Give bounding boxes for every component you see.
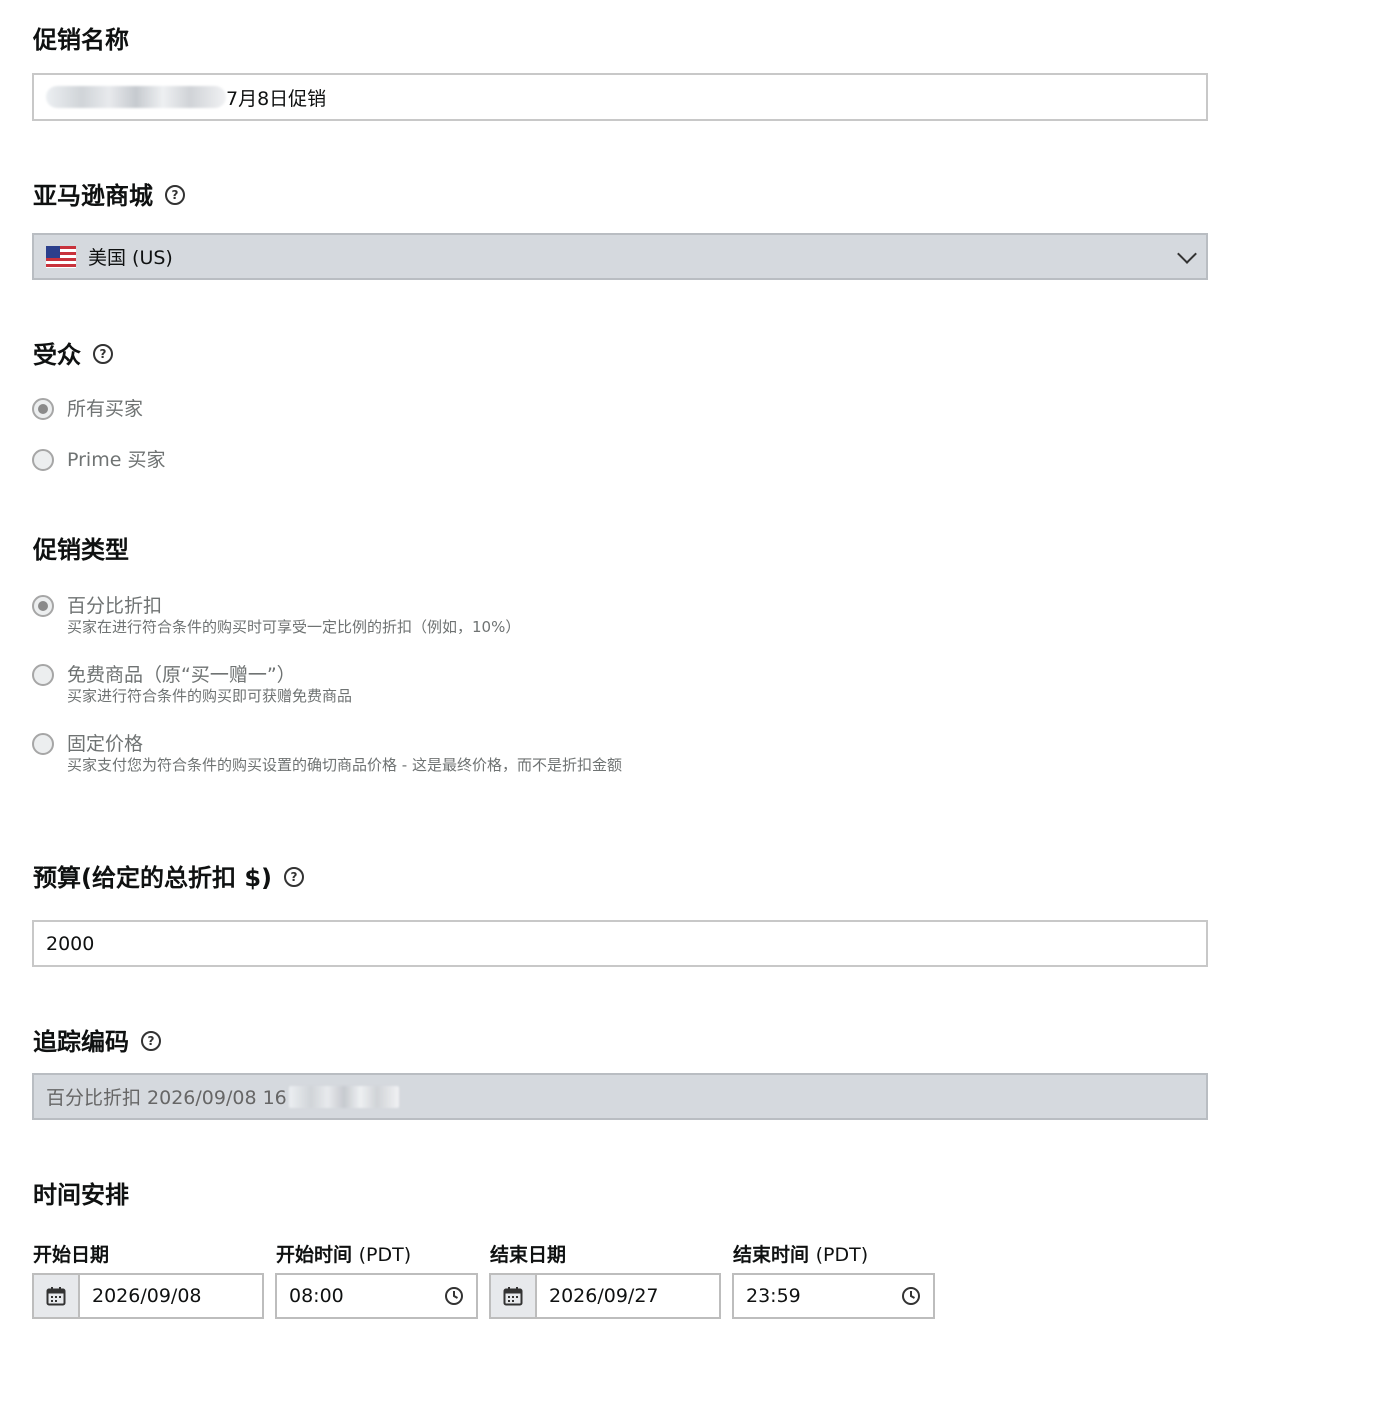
promo-name-value: 7月8日促销 bbox=[226, 87, 327, 110]
tracking-code-field: 百分比折扣 2026/09/08 16 bbox=[32, 1073, 1208, 1120]
start-time-label-text: 开始时间 bbox=[276, 1244, 353, 1266]
schedule-heading: 时间安排 bbox=[33, 1181, 129, 1209]
tracking-heading: 追踪编码? bbox=[33, 1027, 161, 1057]
end-date-value[interactable]: 2026/09/27 bbox=[537, 1275, 719, 1317]
end-time-unit: (PDT) bbox=[815, 1244, 869, 1266]
radio-description: 买家支付您为符合条件的购买设置的确切商品价格 - 这是最终价格，而不是折扣金额 bbox=[67, 756, 622, 774]
promo-type-option-free-item[interactable]: 免费商品（原“买一赠一”） 买家进行符合条件的购买即可获赠免费商品 bbox=[32, 664, 352, 706]
marketplace-label: 亚马逊商城 bbox=[33, 182, 153, 210]
budget-input[interactable]: 2000 bbox=[32, 920, 1208, 967]
budget-value: 2000 bbox=[46, 932, 95, 955]
audience-heading: 受众? bbox=[33, 340, 113, 370]
radio-button[interactable] bbox=[32, 664, 54, 686]
end-date-label: 结束日期 bbox=[490, 1244, 567, 1266]
calendar-icon[interactable] bbox=[491, 1275, 537, 1317]
tracking-code-value: 百分比折扣 2026/09/08 16 bbox=[46, 1087, 287, 1109]
tracking-label: 追踪编码 bbox=[33, 1028, 129, 1056]
budget-label: 预算(给定的总折扣 $) bbox=[33, 864, 272, 892]
radio-button[interactable] bbox=[32, 398, 54, 420]
start-time-unit: (PDT) bbox=[358, 1244, 412, 1266]
redacted-text bbox=[46, 86, 226, 108]
end-time-label: 结束时间 (PDT) bbox=[733, 1240, 868, 1267]
redacted-text bbox=[288, 1085, 399, 1108]
end-time-input[interactable]: 23:59 bbox=[732, 1273, 935, 1319]
radio-label: 固定价格 bbox=[67, 733, 144, 755]
clock-icon[interactable] bbox=[901, 1286, 921, 1306]
promo-name-heading: 促销名称 bbox=[33, 26, 129, 54]
radio-label: 免费商品（原“买一赠一”） bbox=[67, 664, 296, 686]
budget-heading: 预算(给定的总折扣 $)? bbox=[33, 863, 304, 893]
calendar-icon[interactable] bbox=[34, 1275, 80, 1317]
radio-description: 买家在进行符合条件的购买时可享受一定比例的折扣（例如，10%） bbox=[67, 618, 521, 636]
radio-label: Prime 买家 bbox=[67, 449, 166, 471]
audience-option-all[interactable]: 所有买家 bbox=[32, 398, 143, 420]
end-date-picker[interactable]: 2026/09/27 bbox=[489, 1273, 721, 1319]
radio-label: 百分比折扣 bbox=[67, 595, 163, 617]
help-circle-icon[interactable]: ? bbox=[165, 185, 185, 205]
marketplace-select[interactable]: 美国 (US) bbox=[32, 233, 1208, 280]
radio-button[interactable] bbox=[32, 449, 54, 471]
promo-type-heading: 促销类型 bbox=[33, 536, 129, 564]
marketplace-heading: 亚马逊商城? bbox=[33, 181, 185, 211]
promo-type-option-percent[interactable]: 百分比折扣 买家在进行符合条件的购买时可享受一定比例的折扣（例如，10%） bbox=[32, 595, 520, 637]
start-date-value[interactable]: 2026/09/08 bbox=[80, 1275, 262, 1317]
help-circle-icon[interactable]: ? bbox=[284, 867, 304, 887]
end-time-value: 23:59 bbox=[746, 1285, 801, 1307]
marketplace-selected: 美国 (US) bbox=[88, 247, 173, 269]
start-time-label: 开始时间 (PDT) bbox=[276, 1240, 411, 1267]
us-flag-icon bbox=[46, 245, 76, 268]
start-time-input[interactable]: 08:00 bbox=[275, 1273, 478, 1319]
help-circle-icon[interactable]: ? bbox=[141, 1031, 161, 1051]
start-date-label: 开始日期 bbox=[33, 1244, 110, 1266]
end-time-label-text: 结束时间 bbox=[733, 1244, 810, 1266]
radio-button[interactable] bbox=[32, 733, 54, 755]
radio-label: 所有买家 bbox=[67, 398, 144, 420]
clock-icon[interactable] bbox=[444, 1286, 464, 1306]
promo-type-option-fixed-price[interactable]: 固定价格 买家支付您为符合条件的购买设置的确切商品价格 - 这是最终价格，而不是… bbox=[32, 733, 622, 775]
audience-label: 受众 bbox=[33, 341, 81, 369]
start-time-value: 08:00 bbox=[289, 1285, 344, 1307]
help-circle-icon[interactable]: ? bbox=[93, 344, 113, 364]
promo-name-input[interactable]: 7月8日促销 bbox=[32, 73, 1208, 121]
chevron-down-icon bbox=[1177, 243, 1197, 264]
radio-description: 买家进行符合条件的购买即可获赠免费商品 bbox=[67, 687, 353, 705]
audience-option-prime[interactable]: Prime 买家 bbox=[32, 449, 165, 471]
start-date-picker[interactable]: 2026/09/08 bbox=[32, 1273, 264, 1319]
radio-button[interactable] bbox=[32, 595, 54, 617]
